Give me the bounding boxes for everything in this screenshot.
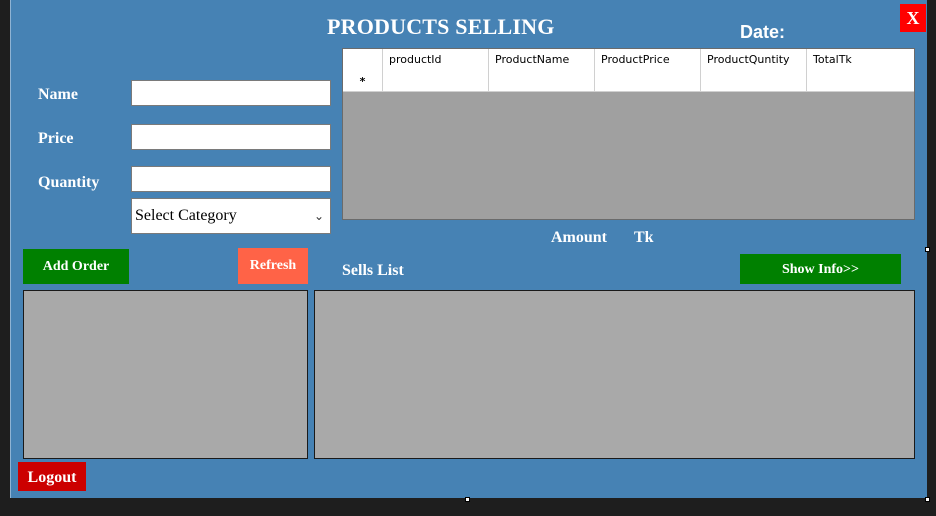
grid-cell[interactable] [383, 70, 489, 91]
grid-header-row: productId ProductName ProductPrice Produ… [343, 49, 914, 71]
grid-row-marker: * [343, 70, 383, 91]
grid-cell[interactable] [489, 70, 595, 91]
sells-list-panel[interactable] [314, 290, 915, 459]
amount-label: Amount [551, 229, 608, 246]
chevron-down-icon: ⌄ [313, 209, 324, 223]
close-button[interactable]: X [900, 4, 926, 32]
price-label: Price [38, 130, 74, 147]
quantity-input[interactable] [131, 166, 331, 192]
price-input[interactable] [131, 124, 331, 150]
grid-column-header[interactable]: productId [383, 49, 489, 70]
page-title: PRODUCTS SELLING [327, 14, 555, 39]
grid-new-row[interactable]: * [343, 70, 914, 92]
sells-list-label: Sells List [342, 262, 404, 279]
products-grid[interactable]: productId ProductName ProductPrice Produ… [342, 48, 915, 220]
resize-handle-corner[interactable] [925, 497, 930, 502]
grid-column-header[interactable]: ProductPrice [595, 49, 701, 70]
category-select[interactable]: Select Category ⌄ [131, 198, 331, 234]
add-order-button[interactable]: Add Order [23, 249, 129, 284]
products-selling-form: PRODUCTS SELLING Date: X Name Price Quan… [10, 0, 927, 498]
name-input[interactable] [131, 80, 331, 106]
order-list-panel[interactable] [23, 290, 308, 459]
grid-column-header[interactable]: ProductName [489, 49, 595, 70]
refresh-button[interactable]: Refresh [238, 248, 308, 284]
grid-cell[interactable] [701, 70, 807, 91]
show-info-button[interactable]: Show Info>> [740, 254, 901, 284]
grid-cell[interactable] [807, 70, 912, 91]
grid-corner-cell [343, 49, 383, 70]
grid-column-header[interactable]: TotalTk [807, 49, 912, 70]
category-select-value: Select Category [135, 207, 237, 224]
date-label: Date: [740, 22, 786, 42]
logout-button[interactable]: Logout [18, 462, 86, 491]
resize-handle-right[interactable] [925, 247, 930, 252]
resize-handle-bottom[interactable] [465, 497, 470, 502]
quantity-label: Quantity [38, 174, 100, 191]
grid-cell[interactable] [595, 70, 701, 91]
name-label: Name [38, 86, 78, 103]
grid-column-header[interactable]: ProductQuntity [701, 49, 807, 70]
amount-unit: Tk [634, 229, 654, 246]
